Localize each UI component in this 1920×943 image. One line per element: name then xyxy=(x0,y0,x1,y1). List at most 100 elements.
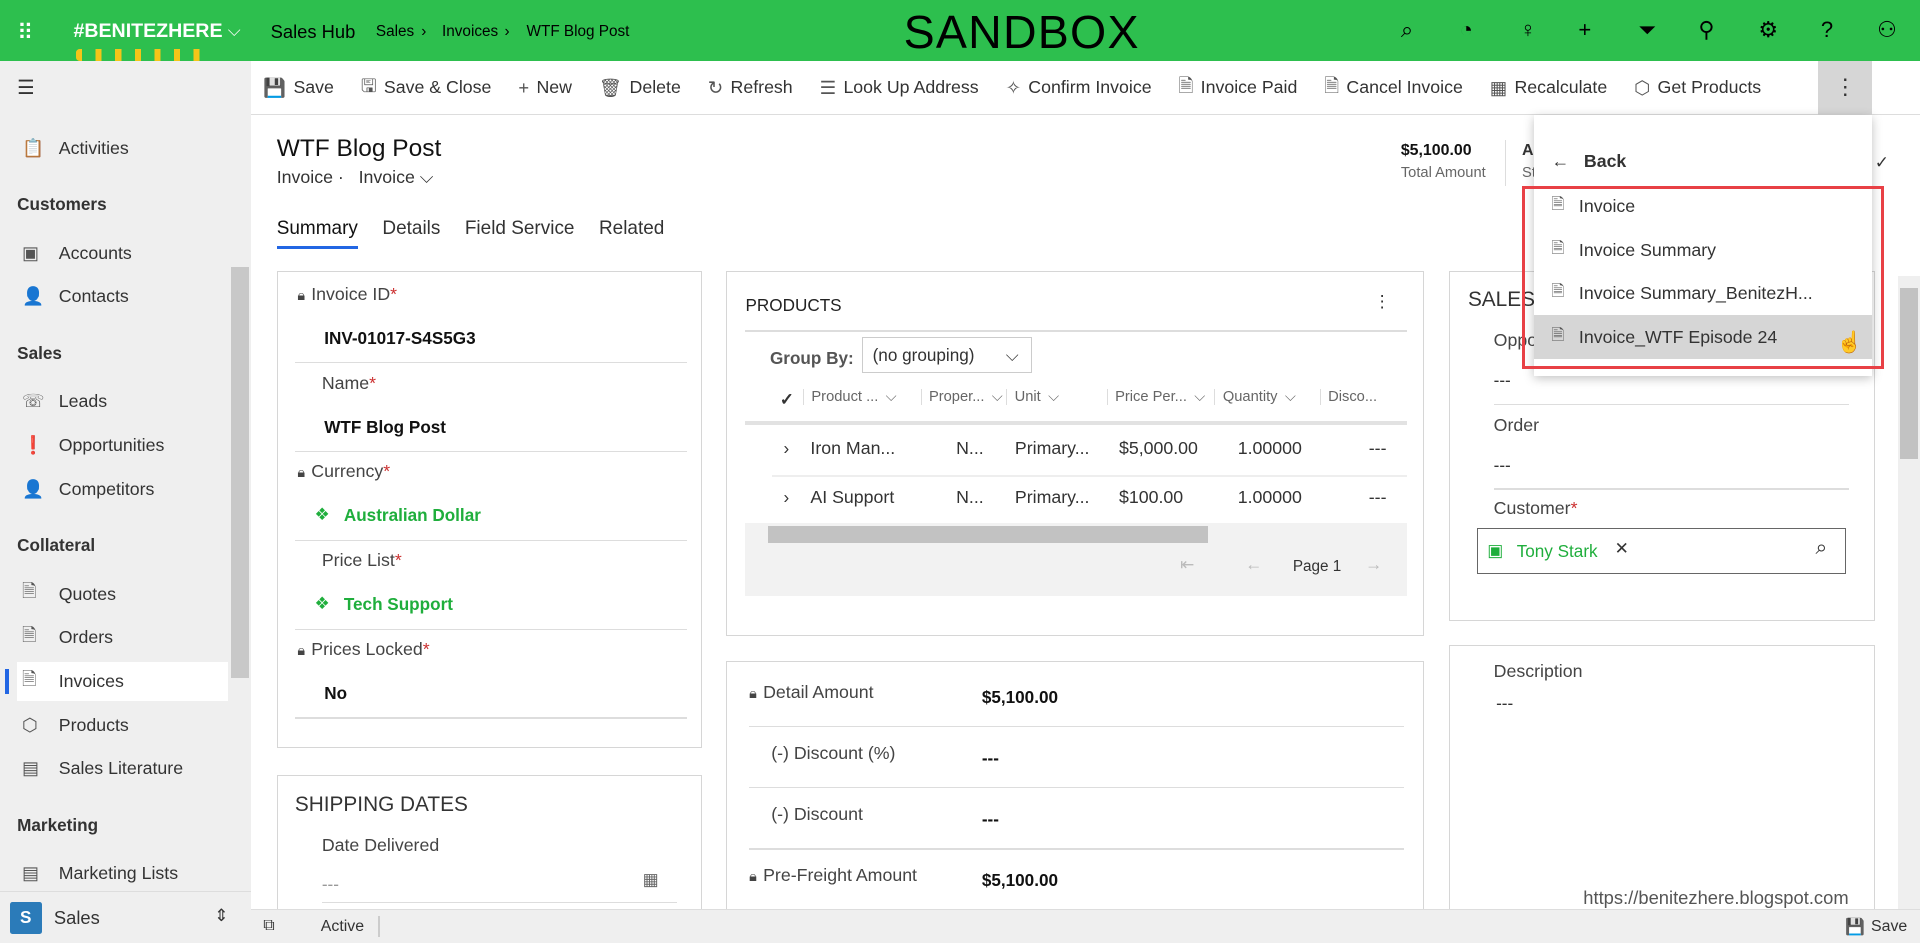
required-marker: * xyxy=(383,461,391,482)
detail-amount-value[interactable]: $5,100.00 xyxy=(982,687,1058,708)
tab-details[interactable]: Details xyxy=(382,218,440,249)
cell-unit[interactable]: Primary... xyxy=(1015,487,1090,508)
discount-value[interactable]: --- xyxy=(982,748,999,769)
search-icon[interactable]: ⌕ xyxy=(1815,536,1827,560)
calendar-icon[interactable]: ▦ xyxy=(643,869,659,890)
sidebar-item-sales-literature[interactable]: ▤ Sales Literature xyxy=(17,749,228,788)
sidebar-item-competitors[interactable]: 👤 Competitors xyxy=(17,470,228,509)
prices-locked-value[interactable]: No xyxy=(324,683,347,704)
cancel-invoice-button[interactable]: 🗎 Cancel Invoice xyxy=(1324,72,1463,104)
order-value[interactable]: --- xyxy=(1494,455,1511,476)
sidebar-item-opportunities[interactable]: ❗ Opportunities xyxy=(17,426,228,465)
sidebar-item-orders[interactable]: 🗎 Orders xyxy=(17,618,228,657)
form-selector[interactable]: Invoice xyxy=(359,167,415,187)
sidebar-item-marketing-lists[interactable]: ▤ Marketing Lists xyxy=(17,854,228,893)
open-new-window-icon[interactable]: ⧉ xyxy=(263,917,274,935)
save-close-button[interactable]: 🖫 Save & Close xyxy=(361,72,492,104)
area-switcher[interactable]: S Sales ⇕ xyxy=(0,891,252,943)
sidebar-scroll-thumb[interactable] xyxy=(231,266,249,679)
expand-row-icon[interactable]: › xyxy=(783,438,789,459)
sidebar-item-products[interactable]: ⬡ Products xyxy=(17,706,228,745)
column-header-unit[interactable]: Unit ⌵ xyxy=(1006,389,1059,406)
lightbulb-icon[interactable]: ♀ xyxy=(1520,17,1537,43)
sidebar-item-activities[interactable]: 📋 Activities xyxy=(17,129,228,168)
cell-disco[interactable]: --- xyxy=(1369,438,1387,459)
customer-lookup[interactable]: ▣ Tony Stark ✕ ⌕ xyxy=(1476,527,1847,575)
plus-icon[interactable]: + xyxy=(1578,17,1591,43)
chevron-down-icon: ⌵ xyxy=(991,389,1003,406)
tab-field-service[interactable]: Field Service xyxy=(465,218,575,249)
user-icon[interactable]: ⚇ xyxy=(1877,17,1897,43)
cell-proper[interactable]: N... xyxy=(956,438,984,459)
app-name[interactable]: Sales Hub xyxy=(271,21,356,43)
recalculate-button[interactable]: ▦ Recalculate xyxy=(1490,77,1607,99)
chevron-down-icon[interactable]: ⌵ xyxy=(228,20,241,41)
cell-proper[interactable]: N... xyxy=(956,487,984,508)
discount-value[interactable]: --- xyxy=(982,809,999,830)
invoice-paid-button[interactable]: 🗎 Invoice Paid xyxy=(1179,72,1298,104)
description-value[interactable]: --- xyxy=(1496,693,1513,714)
status-save-button[interactable]: Save xyxy=(1871,918,1907,936)
column-header-proper[interactable]: Proper... ⌵ xyxy=(920,389,1003,406)
pre-freight-amount-value[interactable]: $5,100.00 xyxy=(982,870,1058,891)
group-by-select[interactable]: (no grouping) ⌵ xyxy=(861,336,1033,374)
sidebar-item-invoices[interactable]: 🗎 Invoices xyxy=(4,661,228,702)
help-icon[interactable]: ? xyxy=(1821,17,1833,43)
first-page-icon[interactable]: ⇤ xyxy=(1180,554,1194,575)
filter-icon[interactable]: ⏷ xyxy=(1638,17,1656,43)
remove-icon[interactable]: ✕ xyxy=(1615,538,1629,559)
cell-unit[interactable]: Primary... xyxy=(1015,438,1090,459)
opportunity-value[interactable]: --- xyxy=(1494,370,1511,391)
save-button[interactable]: 💾 Save xyxy=(263,77,334,99)
tab-related[interactable]: Related xyxy=(599,218,664,249)
next-page-icon[interactable]: → xyxy=(1365,554,1382,575)
cell-product[interactable]: Iron Man... xyxy=(810,438,895,459)
expand-row-icon[interactable]: › xyxy=(783,487,789,508)
customer-value[interactable]: Tony Stark xyxy=(1517,541,1598,562)
back-button[interactable]: ← Back xyxy=(1534,140,1872,184)
sidebar-item-accounts[interactable]: ▣ Accounts xyxy=(17,234,228,273)
currency-value[interactable]: Australian Dollar xyxy=(344,505,481,526)
cell-disco[interactable]: --- xyxy=(1369,487,1387,508)
delete-button[interactable]: 🗑 Delete xyxy=(599,77,681,99)
confirm-invoice-button[interactable]: ✧ Confirm Invoice xyxy=(1006,77,1152,99)
refresh-button[interactable]: ↻ Refresh xyxy=(708,77,793,99)
tab-summary[interactable]: Summary xyxy=(276,218,358,250)
cell-product[interactable]: AI Support xyxy=(810,487,894,508)
activities-icon: 📋 xyxy=(22,137,45,158)
column-header-disco[interactable]: Disco... xyxy=(1319,389,1377,406)
sidebar-item-leads[interactable]: ☏ Leads xyxy=(17,382,228,421)
get-products-button[interactable]: ⬡ Get Products xyxy=(1634,77,1761,99)
breadcrumb-invoices[interactable]: Invoices xyxy=(442,23,498,41)
more-commands-button[interactable]: ⋮ xyxy=(1818,61,1873,116)
select-all-checkbox[interactable]: ✓ xyxy=(780,389,794,410)
column-header-product[interactable]: Product ... ⌵ xyxy=(803,389,897,406)
save-icon[interactable]: 💾 xyxy=(1845,917,1865,937)
date-delivered-input[interactable]: --- xyxy=(321,874,677,904)
app-launcher-icon[interactable]: ⠿ xyxy=(17,20,33,46)
sidebar-item-contacts[interactable]: 👤 Contacts xyxy=(17,277,228,316)
form-scrollbar[interactable] xyxy=(1897,275,1920,909)
cell-price-per[interactable]: $5,000.00 xyxy=(1119,438,1198,459)
column-header-price-per[interactable]: Price Per... ⌵ xyxy=(1106,389,1205,406)
invoice-id-value[interactable]: INV-01017-S4S5G3 xyxy=(324,328,475,349)
search-icon[interactable]: ⌕ xyxy=(1401,17,1413,43)
cell-quantity[interactable]: 1.00000 xyxy=(1238,438,1302,459)
name-value[interactable]: WTF Blog Post xyxy=(324,417,446,438)
breadcrumb-sales[interactable]: Sales xyxy=(376,23,414,41)
previous-page-icon[interactable]: ← xyxy=(1245,554,1262,575)
task-icon[interactable]: ◔ xyxy=(1460,17,1473,43)
gear-icon[interactable]: ⚙ xyxy=(1758,17,1778,43)
new-button[interactable]: + New xyxy=(518,77,572,99)
hamburger-icon[interactable]: ☰ xyxy=(17,76,35,100)
more-options-icon[interactable]: ⋮ xyxy=(1374,291,1391,312)
column-header-quantity[interactable]: Quantity ⌵ xyxy=(1214,389,1296,406)
price-list-value[interactable]: Tech Support xyxy=(344,594,453,615)
tab-list: Summary Details Field Service Related xyxy=(276,218,664,250)
cell-quantity[interactable]: 1.00000 xyxy=(1238,487,1302,508)
horizontal-scroll-thumb[interactable] xyxy=(767,526,1209,544)
cell-price-per[interactable]: $100.00 xyxy=(1119,487,1183,508)
look-up-address-button[interactable]: ☰ Look Up Address xyxy=(820,77,979,99)
sidebar-item-quotes[interactable]: 🗎 Quotes xyxy=(17,575,228,614)
assistant-icon[interactable]: ⚲ xyxy=(1698,17,1714,43)
